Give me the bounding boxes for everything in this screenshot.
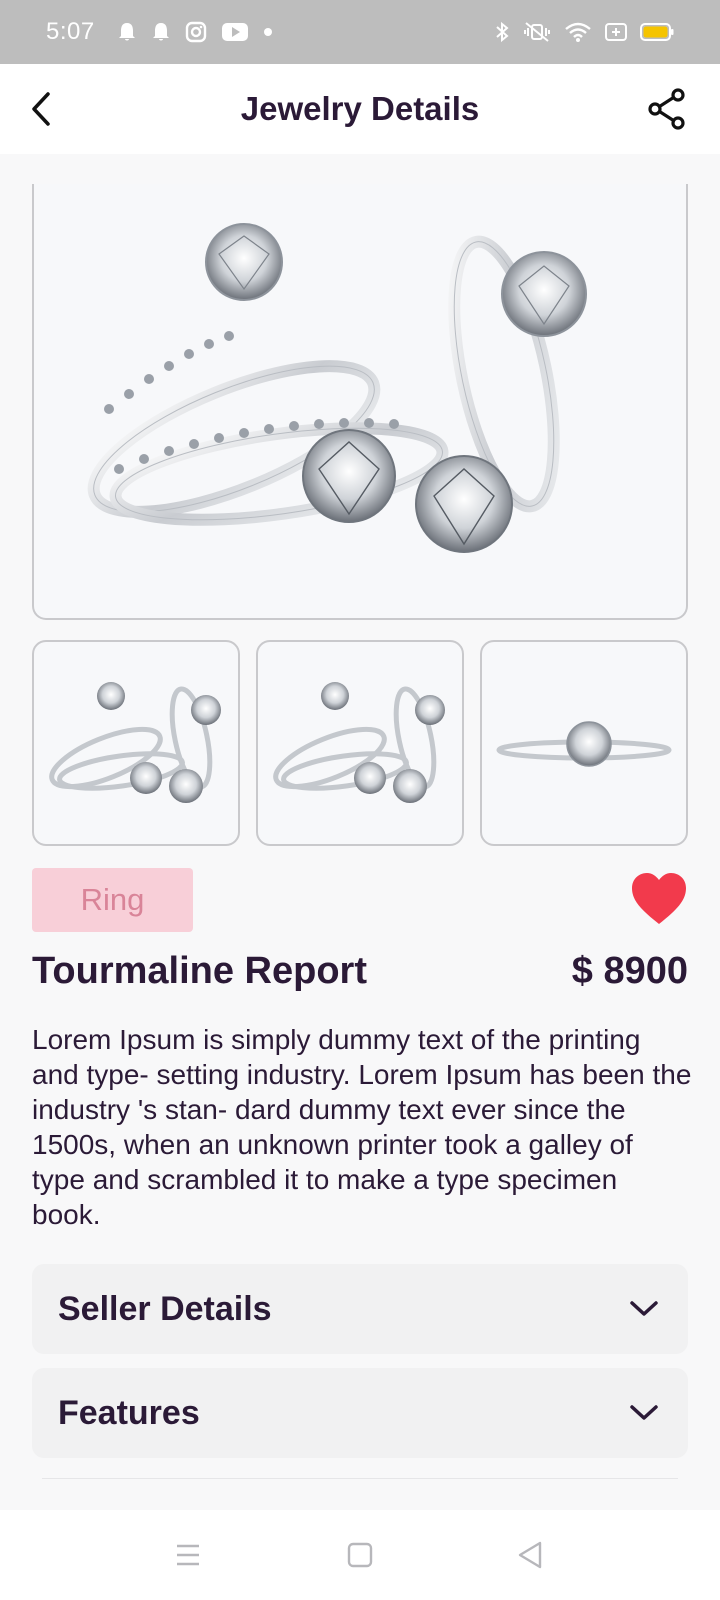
battery-icon xyxy=(640,23,674,41)
home-button[interactable] xyxy=(335,1530,385,1580)
product-price: $ 8900 xyxy=(571,950,688,992)
back-triangle-icon xyxy=(518,1541,542,1569)
divider xyxy=(42,1478,678,1479)
system-nav-bar xyxy=(0,1510,720,1600)
notification-icons xyxy=(117,21,273,43)
product-description: Lorem Ipsum is simply dummy text of the … xyxy=(32,1024,692,1230)
favorite-button[interactable] xyxy=(630,872,688,926)
features-section[interactable]: Features xyxy=(32,1368,688,1458)
bell-icon xyxy=(152,23,169,41)
section-label: Seller Details xyxy=(58,1289,272,1328)
product-name: Tourmaline Report xyxy=(32,950,367,992)
section-label: Features xyxy=(58,1393,200,1432)
back-arrow-icon xyxy=(32,92,50,126)
system-icons xyxy=(494,21,674,43)
youtube-icon xyxy=(221,23,248,41)
thumbnail-gallery xyxy=(32,640,688,846)
sim-icon xyxy=(605,23,627,41)
thumbnail-3[interactable] xyxy=(480,640,688,846)
rings-thumbnail xyxy=(49,682,221,803)
bluetooth-icon xyxy=(496,21,509,43)
wifi-icon xyxy=(565,22,591,42)
home-square-icon xyxy=(347,1542,373,1568)
share-icon xyxy=(648,88,685,130)
thumbnail-2[interactable] xyxy=(256,640,464,846)
vibrate-off-icon xyxy=(524,22,550,42)
chevron-down-icon xyxy=(626,1395,662,1431)
main-product-image[interactable] xyxy=(32,184,688,620)
thumbnail-1[interactable] xyxy=(32,640,240,846)
recents-button[interactable] xyxy=(163,1530,213,1580)
solitaire-ring-thumbnail xyxy=(496,721,672,767)
status-bar: 5:07 xyxy=(0,0,720,64)
system-back-button[interactable] xyxy=(505,1530,555,1580)
app-bar: Jewelry Details xyxy=(0,64,720,154)
bell-icon xyxy=(118,23,135,41)
heart-icon xyxy=(632,873,686,924)
instagram-icon xyxy=(185,21,206,43)
page-title: Jewelry Details xyxy=(240,90,480,127)
chevron-down-icon xyxy=(626,1291,662,1327)
share-button[interactable] xyxy=(644,86,690,132)
rings-illustration xyxy=(87,223,587,553)
category-tag: Ring xyxy=(32,868,193,932)
rings-thumbnail xyxy=(273,682,445,803)
dot-icon xyxy=(263,28,272,36)
seller-details-section[interactable]: Seller Details xyxy=(32,1264,688,1354)
content-scroll[interactable]: Ring Tourmaline Report $ 8900 Lorem Ipsu… xyxy=(0,154,720,1510)
menu-icon xyxy=(177,1544,199,1566)
back-button[interactable] xyxy=(18,86,64,132)
status-time: 5:07 xyxy=(46,18,95,45)
